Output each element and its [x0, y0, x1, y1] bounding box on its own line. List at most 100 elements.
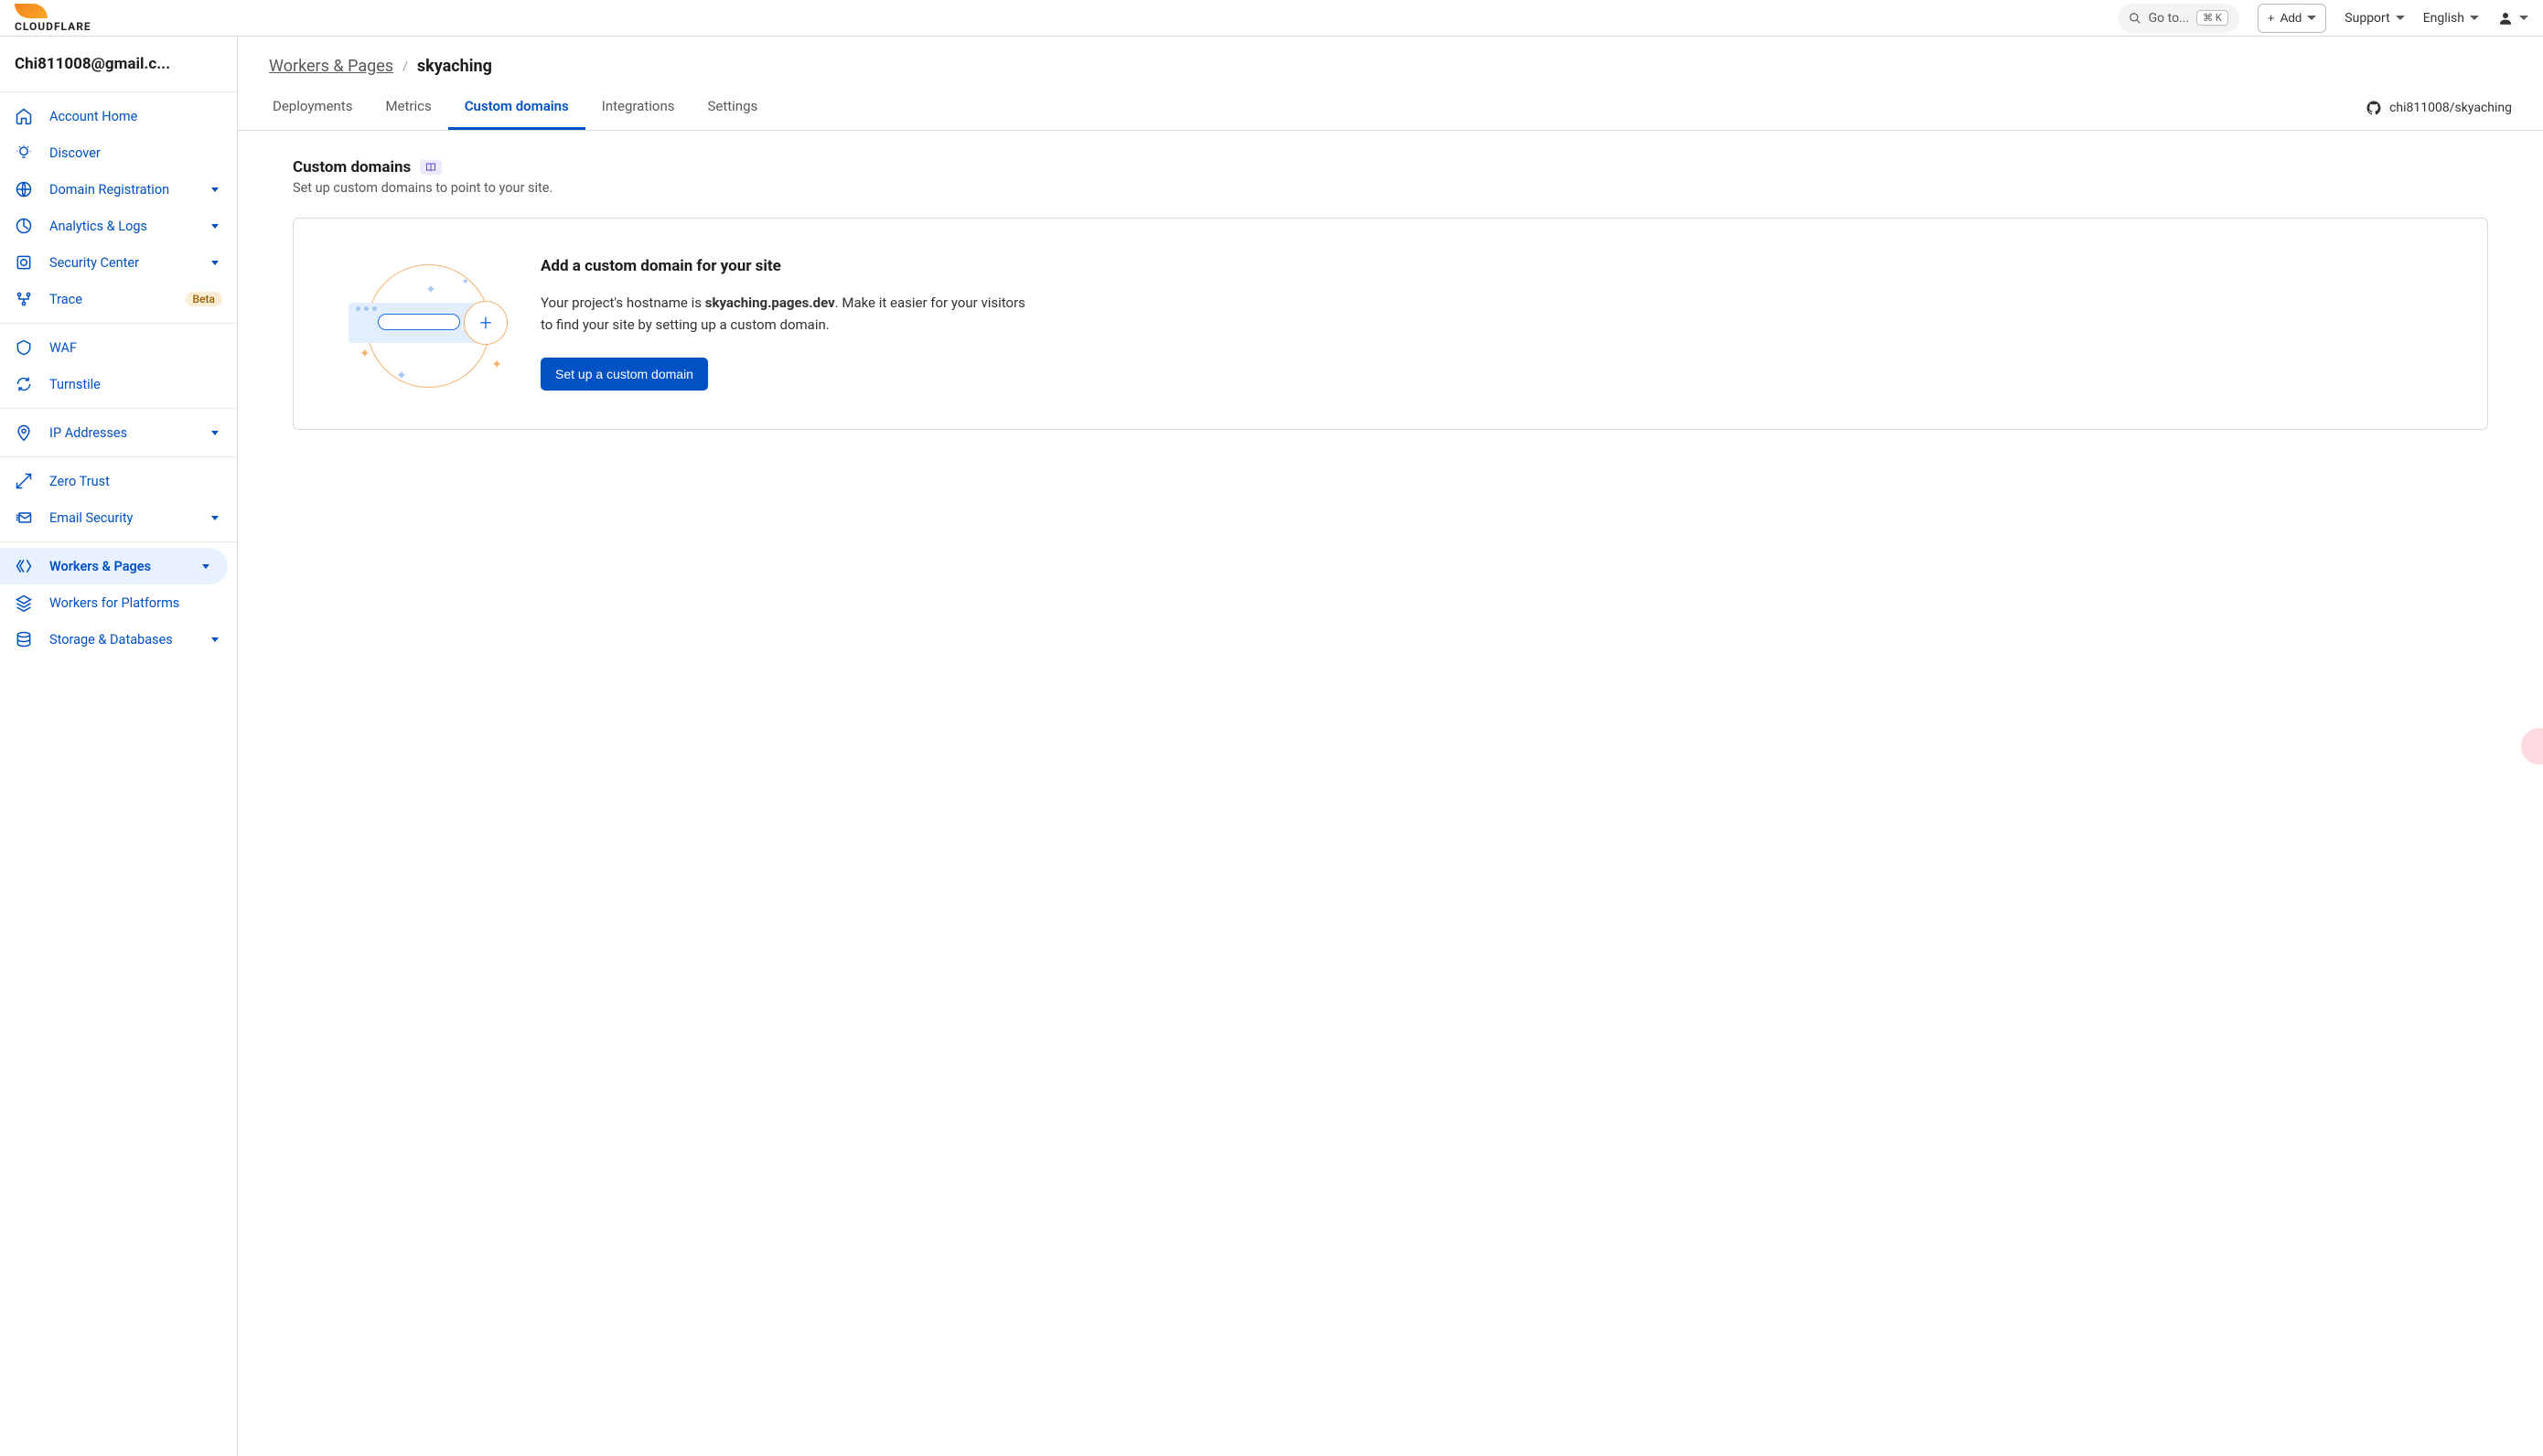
hostname: skyaching.pages.dev	[705, 294, 835, 311]
plus-icon: +	[2268, 11, 2275, 25]
sidebar-item-trace[interactable]: Trace Beta	[0, 281, 237, 317]
sidebar-item-security-center[interactable]: Security Center	[0, 244, 237, 281]
chevron-down-icon	[211, 516, 219, 520]
sidebar-item-account-home[interactable]: Account Home	[0, 98, 237, 134]
user-icon	[2497, 10, 2514, 27]
tabs: DeploymentsMetricsCustom domainsIntegrat…	[256, 85, 774, 130]
main-content: Workers & Pages / skyaching DeploymentsM…	[238, 37, 2543, 1456]
tab-metrics[interactable]: Metrics	[369, 85, 447, 130]
waf-icon	[15, 338, 33, 357]
language-label: English	[2423, 11, 2464, 26]
repo-link[interactable]: chi811008/skyaching	[2366, 100, 2525, 116]
chevron-down-icon	[2396, 16, 2405, 20]
logo[interactable]: CLOUDFLARE	[15, 4, 91, 33]
workers-icon	[15, 557, 33, 575]
kbd-shortcut: ⌘ K	[2196, 10, 2228, 26]
sidebar-item-label: Workers for Platforms	[49, 595, 222, 611]
card-heading: Add a custom domain for your site	[541, 257, 1035, 275]
tab-deployments[interactable]: Deployments	[256, 85, 369, 130]
sidebar-item-turnstile[interactable]: Turnstile	[0, 366, 237, 402]
sidebar-item-label: Turnstile	[49, 377, 222, 392]
email-icon	[15, 509, 33, 527]
repo-name: chi811008/skyaching	[2389, 101, 2512, 115]
chevron-down-icon	[202, 564, 209, 569]
sidebar-item-label: Workers & Pages	[49, 559, 186, 574]
section-subtitle: Set up custom domains to point to your s…	[293, 180, 2488, 196]
chevron-down-icon	[211, 224, 219, 229]
chevron-down-icon	[211, 431, 219, 435]
turnstile-icon	[15, 375, 33, 393]
chevron-down-icon	[211, 637, 219, 642]
sidebar-item-label: Zero Trust	[49, 474, 222, 489]
sidebar-item-domain-registration[interactable]: Domain Registration	[0, 171, 237, 208]
sidebar-item-ip-addresses[interactable]: IP Addresses	[0, 414, 237, 451]
sidebar-item-label: WAF	[49, 340, 222, 356]
tab-integrations[interactable]: Integrations	[585, 85, 692, 130]
docs-chip[interactable]	[420, 160, 442, 175]
sidebar-item-storage-databases[interactable]: Storage & Databases	[0, 621, 237, 658]
sidebar-item-label: Storage & Databases	[49, 632, 195, 648]
support-menu[interactable]: Support	[2344, 11, 2404, 26]
sidebar-item-label: Discover	[49, 145, 222, 161]
card-body: Add a custom domain for your site Your p…	[541, 257, 1035, 391]
sidebar-item-label: Trace	[49, 292, 164, 307]
pin-icon	[15, 423, 33, 442]
sidebar-item-analytics-logs[interactable]: Analytics & Logs	[0, 208, 237, 244]
support-label: Support	[2344, 11, 2389, 26]
custom-domain-illustration: + ✦ ✦ ✦ ✦ ✦	[349, 255, 504, 392]
book-icon	[425, 162, 436, 173]
sidebar-item-discover[interactable]: Discover	[0, 134, 237, 171]
empty-state-card: + ✦ ✦ ✦ ✦ ✦ Add a custom domain for your…	[293, 218, 2488, 430]
section-title: Custom domains	[293, 158, 411, 177]
tab-settings[interactable]: Settings	[691, 85, 774, 130]
chevron-down-icon	[211, 187, 219, 192]
sidebar-item-label: Security Center	[49, 255, 195, 271]
sidebar-item-label: Email Security	[49, 510, 195, 526]
cloudflare-flare-icon	[15, 4, 48, 18]
card-description: Your project's hostname is skyaching.pag…	[541, 292, 1035, 336]
tab-row: DeploymentsMetricsCustom domainsIntegrat…	[238, 85, 2543, 131]
sidebar-item-waf[interactable]: WAF	[0, 329, 237, 366]
setup-custom-domain-button[interactable]: Set up a custom domain	[541, 358, 708, 391]
sidebar-item-workers-pages[interactable]: Workers & Pages	[0, 548, 228, 584]
chart-icon	[15, 217, 33, 235]
home-icon	[15, 107, 33, 125]
search-icon	[2129, 12, 2141, 25]
breadcrumb: Workers & Pages / skyaching	[238, 37, 2543, 85]
page-content: Custom domains Set up custom domains to …	[238, 131, 2543, 457]
goto-search[interactable]: Go to... ⌘ K	[2118, 4, 2239, 33]
trace-icon	[15, 290, 33, 308]
breadcrumb-current: skyaching	[417, 57, 492, 76]
user-menu[interactable]	[2497, 10, 2528, 27]
sidebar-item-workers-for-platforms[interactable]: Workers for Platforms	[0, 584, 237, 621]
sidebar-item-email-security[interactable]: Email Security	[0, 499, 237, 536]
sidebar-item-label: Analytics & Logs	[49, 219, 195, 234]
plus-circle-icon: +	[464, 301, 508, 345]
language-menu[interactable]: English	[2423, 11, 2479, 26]
breadcrumb-sep: /	[402, 59, 408, 74]
security-icon	[15, 253, 33, 272]
breadcrumb-parent[interactable]: Workers & Pages	[269, 57, 393, 76]
add-button[interactable]: + Add	[2258, 4, 2327, 33]
section-header: Custom domains	[293, 158, 2488, 177]
account-header[interactable]: Chi811008@gmail.c...	[0, 37, 237, 92]
add-label: Add	[2280, 11, 2302, 25]
goto-placeholder: Go to...	[2149, 11, 2190, 26]
storage-icon	[15, 630, 33, 648]
tab-custom-domains[interactable]: Custom domains	[448, 85, 585, 130]
sidebar: Chi811008@gmail.c... Account Home Discove…	[0, 37, 238, 1456]
zerotrust-icon	[15, 472, 33, 490]
account-email: Chi811008@gmail.c...	[15, 55, 222, 73]
sidebar-item-zero-trust[interactable]: Zero Trust	[0, 463, 237, 499]
github-icon	[2366, 100, 2382, 116]
chevron-down-icon	[2519, 16, 2528, 20]
chevron-down-icon	[2470, 16, 2479, 20]
beta-badge: Beta	[186, 292, 222, 306]
chevron-down-icon	[211, 261, 219, 265]
chevron-down-icon	[2307, 16, 2316, 20]
sidebar-item-label: Account Home	[49, 109, 222, 124]
brand-text: CLOUDFLARE	[15, 20, 91, 33]
topbar-right: Go to... ⌘ K + Add Support English	[2118, 4, 2528, 33]
bulb-icon	[15, 144, 33, 162]
platforms-icon	[15, 594, 33, 612]
